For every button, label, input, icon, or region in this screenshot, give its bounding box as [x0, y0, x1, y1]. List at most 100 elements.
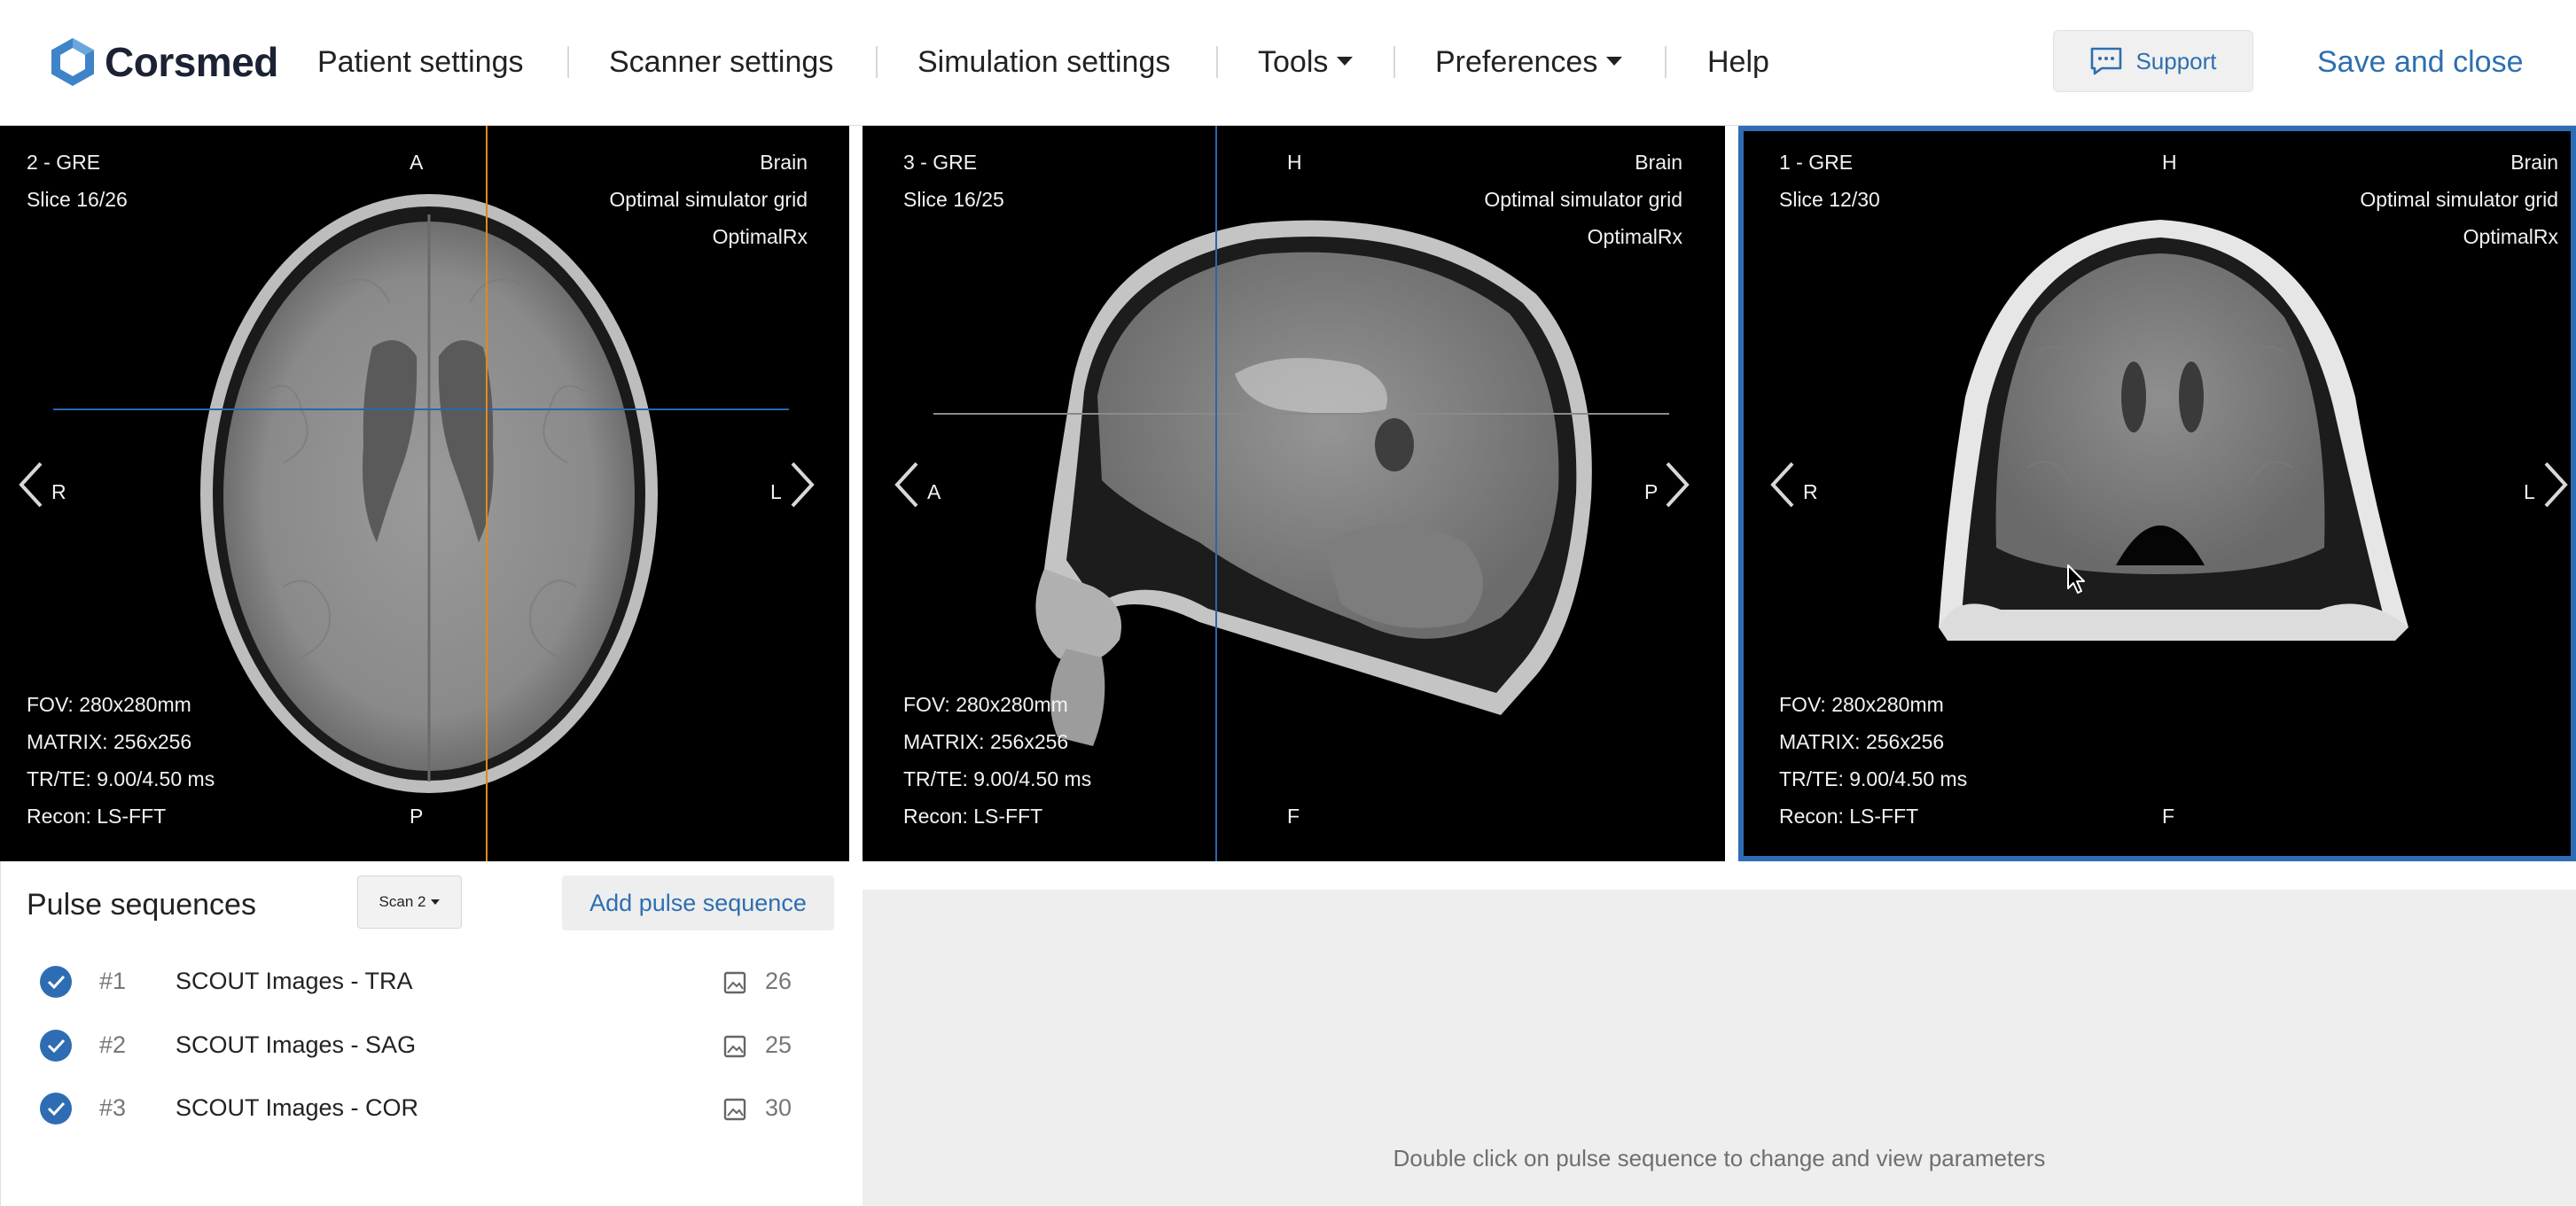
viewer-slice-label: Slice 12/30 — [1779, 188, 1880, 211]
sequence-number: #3 — [99, 1094, 127, 1121]
viewer-series-label: 2 - GRE — [27, 151, 101, 174]
viewer-grid-label: Optimal simulator grid — [2360, 188, 2558, 211]
viewer-region-label: Brain — [1635, 151, 1682, 174]
next-slice-button[interactable] — [1662, 458, 1694, 511]
chevron-right-icon — [2544, 462, 2568, 508]
next-slice-button[interactable] — [787, 458, 819, 511]
viewer-recon-label: Recon: LS-FFT — [903, 805, 1043, 828]
viewer-rx-label: OptimalRx — [1587, 225, 1682, 248]
viewer-slice-label: Slice 16/26 — [27, 188, 128, 211]
viewer-rx-label: OptimalRx — [712, 225, 808, 248]
nav-divider — [876, 46, 878, 78]
sequence-image-count: 26 — [765, 968, 792, 994]
image-stack-icon — [723, 971, 746, 994]
scan-selector-label: Scan 2 — [379, 893, 426, 910]
chat-bubble-icon — [2091, 47, 2122, 75]
viewer-recon-label: Recon: LS-FFT — [1779, 805, 1919, 828]
viewer-series-label: 3 - GRE — [903, 151, 978, 174]
previous-slice-button[interactable] — [1766, 458, 1798, 511]
nav-preferences-label: Preferences — [1435, 45, 1598, 79]
checkmark-circle-icon[interactable] — [40, 966, 72, 998]
viewer-fov-label: FOV: 280x280mm — [1779, 693, 1944, 716]
viewer-matrix-label: MATRIX: 256x256 — [903, 730, 1069, 753]
orientation-top-label: H — [1287, 151, 1302, 174]
orientation-left-label: A — [927, 480, 941, 503]
parameters-panel: Double click on pulse sequence to change… — [863, 890, 2576, 1206]
nav-divider — [1393, 46, 1395, 78]
sequence-name: SCOUT Images - SAG — [176, 1031, 417, 1058]
nav-tools-menu[interactable]: Tools — [1258, 41, 1354, 83]
checkmark-circle-icon[interactable] — [40, 1093, 72, 1124]
chevron-left-icon — [1770, 462, 1794, 508]
orientation-bottom-label: P — [410, 805, 424, 828]
sequence-number: #1 — [99, 968, 127, 994]
nav-preferences-menu[interactable]: Preferences — [1435, 41, 1623, 83]
nav-patient-settings[interactable]: Patient settings — [317, 41, 523, 83]
save-and-close-button[interactable]: Save and close — [2317, 41, 2524, 83]
orientation-right-label: P — [1644, 480, 1659, 503]
pulse-sequence-row[interactable]: #2 SCOUT Images - SAG 25 — [27, 1017, 824, 1070]
pulse-sequence-row[interactable]: #1 SCOUT Images - TRA 26 — [27, 953, 824, 1007]
support-button[interactable]: Support — [2053, 30, 2253, 92]
parameters-hint: Double click on pulse sequence to change… — [1393, 1145, 2046, 1171]
nav-divider — [1665, 46, 1667, 78]
mouse-cursor-icon — [2067, 564, 2085, 594]
top-navbar: Corsmed Patient settings Scanner setting… — [0, 0, 2576, 126]
corsmed-logo[interactable]: Corsmed — [46, 35, 278, 89]
sequence-name: SCOUT Images - TRA — [176, 968, 413, 994]
viewer-axial[interactable]: 2 - GRE Slice 16/26 A Brain Optimal simu… — [0, 126, 849, 861]
add-pulse-sequence-button[interactable]: Add pulse sequence — [562, 875, 834, 930]
scan-selector-dropdown[interactable]: Scan 2 — [357, 875, 462, 929]
viewer-trte-label: TR/TE: 9.00/4.50 ms — [27, 767, 215, 790]
viewer-fov-label: FOV: 280x280mm — [27, 693, 191, 716]
next-slice-button[interactable] — [2541, 458, 2571, 511]
viewer-fov-label: FOV: 280x280mm — [903, 693, 1068, 716]
nav-tools-label: Tools — [1258, 45, 1329, 79]
corsmed-hexagon-icon — [51, 38, 94, 86]
orientation-right-label: L — [2524, 480, 2535, 503]
viewer-trte-label: TR/TE: 9.00/4.50 ms — [903, 767, 1092, 790]
viewer-region-label: Brain — [760, 151, 808, 174]
viewer-region-label: Brain — [2510, 151, 2558, 174]
orientation-left-label: R — [1803, 480, 1818, 503]
viewer-trte-label: TR/TE: 9.00/4.50 ms — [1779, 767, 1968, 790]
sequence-image-count: 30 — [765, 1094, 792, 1121]
orientation-top-label: H — [2162, 151, 2177, 174]
caret-down-icon — [1606, 57, 1623, 66]
logo-text: Corsmed — [105, 39, 278, 85]
orientation-bottom-label: F — [1287, 805, 1300, 828]
sequence-number: #2 — [99, 1031, 127, 1058]
previous-slice-button[interactable] — [14, 458, 46, 511]
nav-divider — [567, 46, 569, 78]
viewer-grid-label: Optimal simulator grid — [1484, 188, 1682, 211]
nav-simulation-settings[interactable]: Simulation settings — [917, 41, 1170, 83]
pulse-sequences-title: Pulse sequences — [27, 888, 256, 922]
nav-scanner-settings[interactable]: Scanner settings — [609, 41, 833, 83]
viewer-matrix-label: MATRIX: 256x256 — [1779, 730, 1945, 753]
sequence-image-count: 25 — [765, 1031, 792, 1058]
nav-help[interactable]: Help — [1707, 41, 1769, 83]
viewer-coronal[interactable]: 1 - GRE Slice 12/30 H Brain Optimal simu… — [1738, 126, 2576, 861]
pulse-sequence-row[interactable]: #3 SCOUT Images - COR 30 — [27, 1080, 824, 1133]
viewer-matrix-label: MATRIX: 256x256 — [27, 730, 192, 753]
viewer-rx-label: OptimalRx — [2463, 225, 2558, 248]
nav-divider — [1216, 46, 1218, 78]
viewer-grid-label: Optimal simulator grid — [609, 188, 808, 211]
chevron-left-icon — [894, 462, 918, 508]
orientation-right-label: L — [770, 480, 782, 503]
chevron-left-icon — [19, 462, 43, 508]
chevron-right-icon — [1666, 462, 1690, 508]
orientation-top-label: A — [410, 151, 424, 174]
caret-down-icon — [1337, 57, 1354, 66]
viewer-sagittal[interactable]: 3 - GRE Slice 16/25 H Brain Optimal simu… — [863, 126, 1725, 861]
orientation-left-label: R — [51, 480, 66, 503]
viewer-slice-label: Slice 16/25 — [903, 188, 1004, 211]
caret-down-icon — [431, 899, 441, 905]
support-label: Support — [2135, 47, 2217, 74]
sequence-name: SCOUT Images - COR — [176, 1094, 419, 1121]
chevron-right-icon — [791, 462, 815, 508]
image-stack-icon — [723, 1098, 746, 1121]
checkmark-circle-icon[interactable] — [40, 1030, 72, 1062]
previous-slice-button[interactable] — [890, 458, 922, 511]
image-stack-icon — [723, 1035, 746, 1058]
